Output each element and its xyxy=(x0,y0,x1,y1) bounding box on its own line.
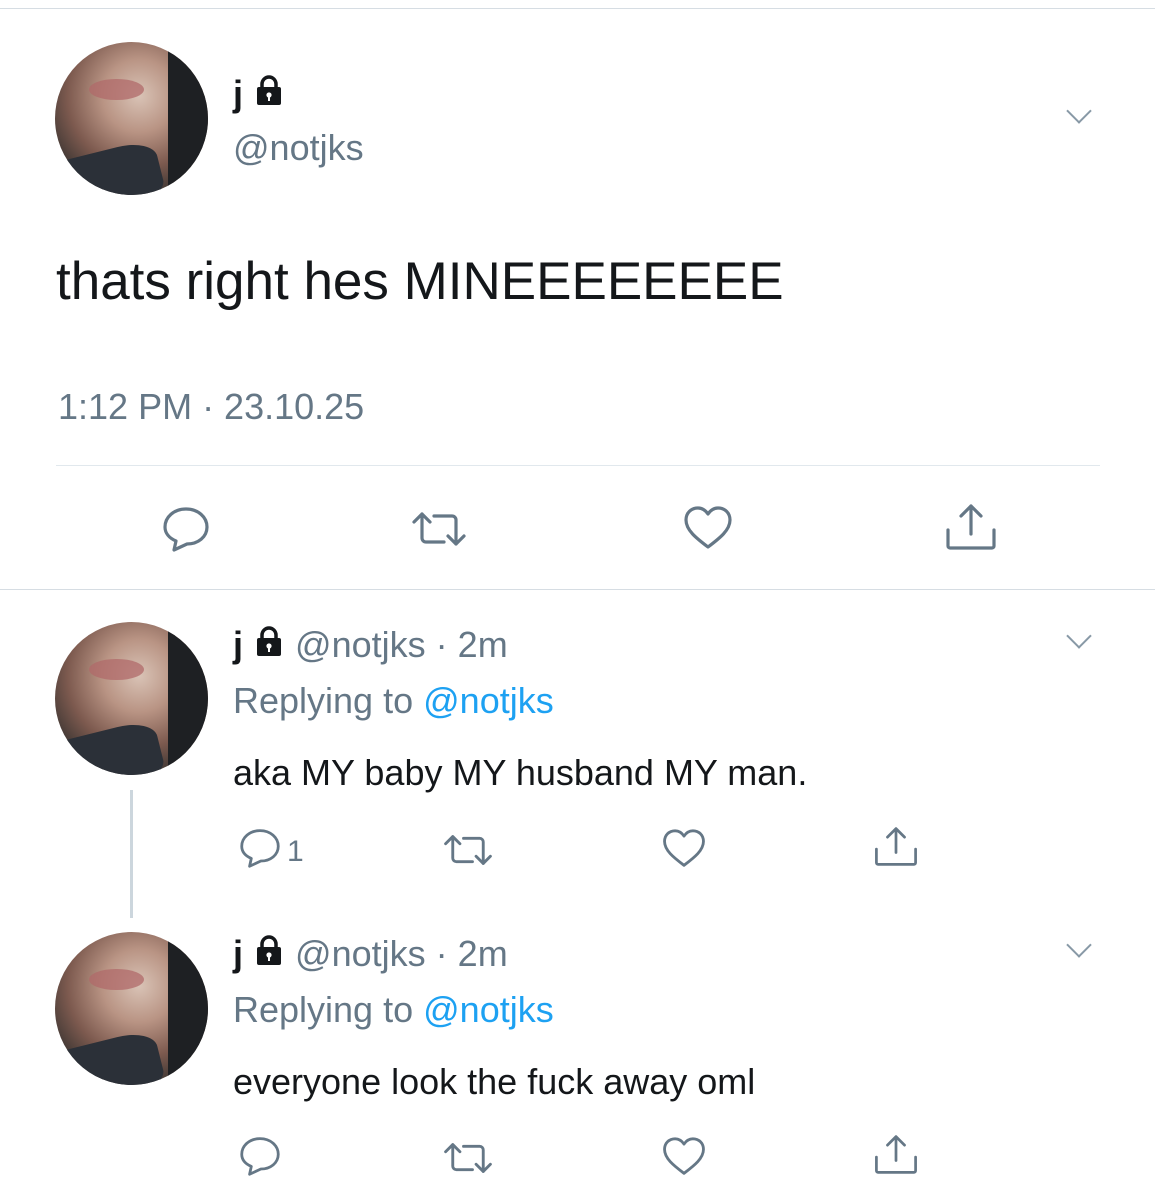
reply-text: aka MY baby MY husband MY man. xyxy=(233,752,808,793)
chevron-down-icon[interactable] xyxy=(1066,623,1092,649)
share-icon[interactable] xyxy=(873,1133,919,1176)
lock-icon xyxy=(253,624,285,666)
separator-dot: · xyxy=(435,624,448,665)
display-name[interactable]: j xyxy=(233,73,243,114)
retweet-icon[interactable] xyxy=(442,831,494,869)
reply-time[interactable]: 2m xyxy=(458,624,508,665)
replying-to-label: Replying to xyxy=(233,989,414,1030)
reply-icon[interactable] xyxy=(237,1136,283,1176)
avatar[interactable] xyxy=(55,932,208,1085)
lock-icon xyxy=(253,933,285,975)
separator-dot: · xyxy=(435,933,448,974)
share-icon[interactable] xyxy=(873,825,919,868)
thread-line xyxy=(130,790,133,918)
share-icon[interactable] xyxy=(944,502,998,552)
reply-header: j @notjks · 2m xyxy=(233,933,508,975)
author-handle[interactable]: @notjks xyxy=(295,624,426,665)
replying-to-handle[interactable]: @notjks xyxy=(423,680,554,721)
tweet-timestamp[interactable]: 1:12 PM · 23.10.25 xyxy=(58,386,364,428)
like-icon[interactable] xyxy=(682,505,734,551)
replying-to-handle[interactable]: @notjks xyxy=(423,989,554,1030)
display-name[interactable]: j xyxy=(233,933,243,974)
chevron-down-icon[interactable] xyxy=(1066,932,1092,958)
reply-icon[interactable] xyxy=(237,828,283,868)
retweet-icon[interactable] xyxy=(442,1139,494,1177)
avatar[interactable] xyxy=(55,42,208,195)
display-name[interactable]: j xyxy=(233,624,243,665)
reply-time[interactable]: 2m xyxy=(458,933,508,974)
author-handle[interactable]: @notjks xyxy=(295,933,426,974)
author-name-row: j xyxy=(233,74,285,114)
reply-count: 1 xyxy=(287,835,304,868)
chevron-down-icon[interactable] xyxy=(1066,98,1092,124)
reply-text: everyone look the fuck away oml xyxy=(233,1061,756,1102)
replying-to-line: Replying to @notjks xyxy=(233,680,554,722)
lock-icon xyxy=(253,74,285,114)
replying-to-line: Replying to @notjks xyxy=(233,989,554,1031)
timestamp-divider xyxy=(56,465,1100,466)
top-divider xyxy=(0,8,1155,9)
like-icon[interactable] xyxy=(661,1136,707,1177)
like-icon[interactable] xyxy=(661,828,707,869)
reply-header: j @notjks · 2m xyxy=(233,624,508,666)
author-handle[interactable]: @notjks xyxy=(233,127,364,169)
section-divider xyxy=(0,589,1155,590)
avatar[interactable] xyxy=(55,622,208,775)
tweet-text: thats right hes MINEEEEEEEE xyxy=(56,252,784,311)
retweet-icon[interactable] xyxy=(410,508,468,550)
replying-to-label: Replying to xyxy=(233,680,414,721)
reply-icon[interactable] xyxy=(160,506,212,552)
